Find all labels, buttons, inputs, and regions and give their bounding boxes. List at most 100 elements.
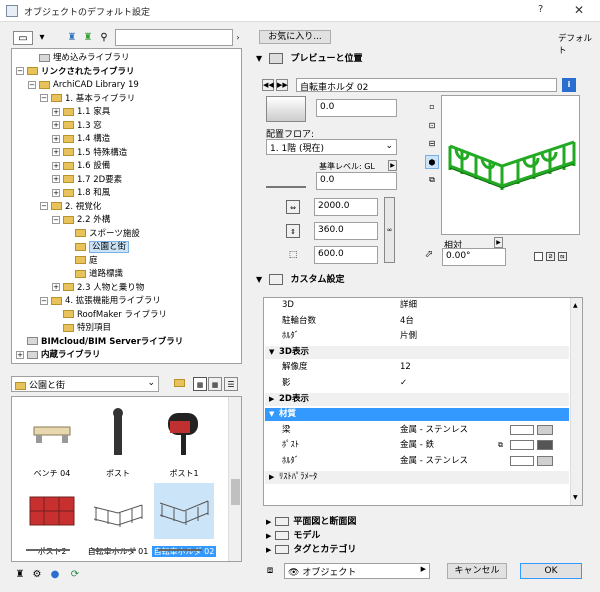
view-mode-icon[interactable]: ▭ — [13, 31, 33, 45]
relative-arrow-icon[interactable]: ▶ — [494, 237, 503, 248]
library-manager-icon[interactable]: ♜ — [13, 568, 27, 582]
angle-input[interactable]: 0.00° — [442, 248, 506, 266]
collapse-icon[interactable]: − — [40, 94, 48, 102]
collapse-icon[interactable]: − — [28, 80, 36, 89]
height-input[interactable]: 600.0 — [314, 246, 378, 264]
settings-tree-icon[interactable]: ⚙ — [30, 568, 44, 582]
property-value[interactable]: 詳細 — [400, 299, 417, 312]
collapse-icon[interactable]: − — [16, 67, 24, 75]
thumbnail-partial[interactable] — [92, 549, 136, 561]
property-row[interactable]: 解像度 12 — [266, 361, 569, 374]
property-group[interactable]: ▶ ﾘｽﾄﾊﾟﾗﾒｰﾀ — [265, 470, 569, 484]
tree-item[interactable]: 庭 — [64, 255, 98, 267]
scroll-thumb[interactable] — [231, 479, 240, 505]
material-picker-button[interactable] — [537, 456, 553, 466]
tree-item[interactable]: − 2. 視覚化 — [40, 201, 101, 213]
thumbnail-scrollbar[interactable] — [228, 397, 241, 561]
side-view-icon[interactable]: ⊟ — [425, 137, 439, 151]
thumbnail-partial[interactable] — [158, 549, 202, 561]
tree-item[interactable]: +2.3 人物と乗り物 — [52, 282, 144, 294]
thumbnail-item[interactable]: ポスト2 — [20, 481, 84, 557]
tree-item[interactable]: +1.5 特殊構造 — [52, 147, 127, 159]
ref-level-input[interactable]: 0.0 — [316, 172, 397, 190]
depth-input[interactable]: 360.0 — [314, 222, 378, 240]
thumbnail-item[interactable]: 自転車ホルダ 02 — [152, 481, 216, 557]
property-group[interactable]: ▶ 2D表示 — [265, 392, 569, 406]
library-green-icon[interactable]: ♜ — [81, 31, 95, 45]
material-picker-button[interactable] — [537, 440, 553, 451]
mirror-checkbox[interactable] — [534, 252, 543, 261]
small-icon-view-icon[interactable]: ▦ — [208, 377, 222, 391]
ref-level-arrow-icon[interactable]: ▶ — [388, 160, 397, 171]
3d-view-icon[interactable]: ⬢ — [425, 155, 439, 169]
property-value[interactable]: 金属 - ステンレス — [400, 424, 468, 437]
tree-item[interactable]: +1.4 構造 — [52, 133, 110, 145]
material-picker-button[interactable] — [537, 424, 553, 435]
object-name-field[interactable]: 自転車ホルダ 02 — [296, 78, 557, 93]
expand-icon[interactable]: + — [52, 175, 60, 183]
expand-icon[interactable]: + — [52, 283, 60, 291]
tree-item[interactable]: +1.6 設備 — [52, 160, 110, 172]
collapse-icon[interactable]: − — [40, 202, 48, 210]
tree-item[interactable]: − 2.2 外構 — [52, 214, 110, 226]
tree-item[interactable]: +1.3 窓 — [52, 120, 102, 132]
tree-item[interactable]: RoofMaker ライブラリ — [52, 309, 167, 321]
offset-input[interactable]: 0.0 — [316, 99, 397, 117]
floor-dropdown[interactable]: 1. 1階 (現在) ⌄ — [266, 139, 397, 155]
tree-item[interactable]: − ArchiCAD Library 19 — [28, 79, 139, 91]
property-value[interactable]: 4台 — [400, 315, 414, 328]
search-arrow-icon[interactable]: › — [234, 31, 242, 45]
custom-settings-header[interactable]: ▼ カスタム設定 — [256, 273, 589, 287]
property-group[interactable]: ▼ 3D表示 — [265, 345, 569, 359]
property-value[interactable]: 12 — [400, 361, 411, 374]
ok-button[interactable]: OK — [520, 563, 582, 579]
thumbnail-item[interactable]: ポスト1 — [152, 403, 216, 479]
expand-icon[interactable]: + — [16, 350, 24, 359]
tree-item[interactable]: スポーツ施設 — [64, 228, 140, 240]
collapsed-section-header[interactable]: ▶ モデル — [256, 530, 589, 543]
library-filter-icon[interactable]: ♜ — [65, 31, 79, 45]
refresh-icon[interactable]: ⟳ — [68, 568, 82, 582]
expand-icon[interactable]: + — [52, 134, 60, 143]
object-thumbnails[interactable]: ベンチ 04 ポスト ポスト1 ポスト2 自転車ホルダ 01 自転車ホルダ 02 — [11, 396, 242, 562]
tree-item[interactable]: BIMcloud/BIM Serverライブラリ — [16, 336, 183, 348]
collapsed-section-header[interactable]: ▶ タグとカテゴリ — [256, 544, 589, 557]
info-icon[interactable]: i — [562, 78, 576, 92]
material-swatch[interactable] — [510, 424, 534, 435]
thumbnail-item[interactable]: ベンチ 04 — [20, 403, 84, 479]
property-group[interactable]: ▼ 材質 — [265, 408, 569, 422]
collapse-icon[interactable]: − — [40, 296, 48, 305]
collapse-icon[interactable]: − — [52, 215, 60, 224]
section-view-icon[interactable]: ⧉ — [425, 173, 439, 187]
expand-icon[interactable]: + — [52, 121, 60, 129]
collapsed-section-header[interactable]: ▶ 平面図と断面図 — [256, 516, 589, 529]
tree-item[interactable]: 道路標識 — [64, 268, 123, 280]
tree-item[interactable]: − 4. 拡張機能用ライブラリ — [40, 295, 161, 307]
tree-item[interactable]: 埋め込みライブラリ — [28, 52, 130, 64]
property-row[interactable]: 影 ✓ — [266, 377, 569, 390]
expand-icon[interactable]: + — [52, 161, 60, 170]
prev-object-button[interactable]: ◀◀ — [262, 79, 274, 91]
width-input[interactable]: 2000.0 — [314, 198, 378, 216]
tree-item[interactable]: +1.8 和風 — [52, 187, 110, 199]
property-row[interactable]: 梁 金属 - ステンレス — [266, 424, 569, 437]
property-value[interactable]: 金属 - ステンレス — [400, 455, 468, 468]
thumbnail-item[interactable]: ポスト — [86, 403, 150, 479]
property-row[interactable]: ﾎﾟｽﾄ 金属 - 鉄 ⧉ — [266, 439, 569, 452]
search-input[interactable] — [115, 29, 233, 46]
property-value[interactable]: 金属 - 鉄 — [400, 439, 434, 452]
expand-icon[interactable]: + — [52, 188, 60, 197]
next-object-button[interactable]: ▶▶ — [276, 79, 288, 91]
folder-dropdown[interactable]: 公園と街 ⌄ — [11, 376, 159, 392]
material-swatch[interactable] — [510, 440, 534, 451]
scroll-down-icon[interactable]: ▼ — [573, 494, 578, 501]
property-row[interactable]: ﾎﾙﾀﾞ 片側 — [266, 330, 569, 343]
layer-dropdown[interactable]: 👁 オブジェクト ▶ — [284, 563, 430, 579]
tree-item[interactable]: +1.1 家具 — [52, 106, 110, 118]
thumbnail-partial[interactable] — [26, 549, 70, 561]
folder-up-icon[interactable] — [172, 377, 186, 391]
library-tree[interactable]: 埋め込みライブラリ − リンクされたライブラリ − ArchiCAD Library 1… — [11, 48, 242, 364]
list-view-icon[interactable]: ☰ — [224, 377, 238, 391]
cancel-button[interactable]: キャンセル — [447, 563, 507, 579]
expand-icon[interactable]: + — [52, 148, 60, 156]
